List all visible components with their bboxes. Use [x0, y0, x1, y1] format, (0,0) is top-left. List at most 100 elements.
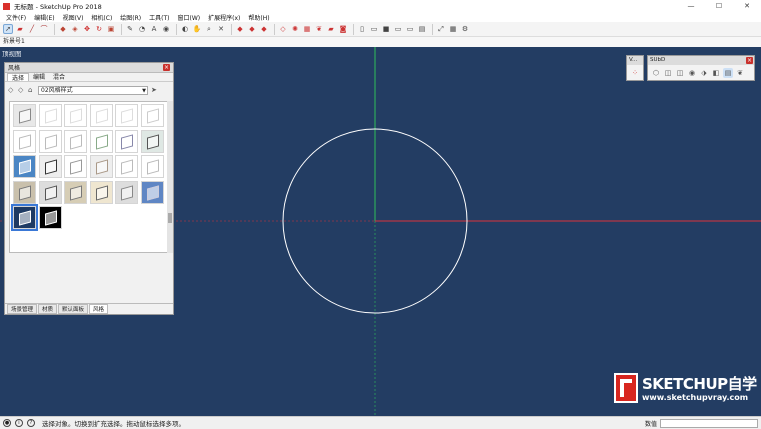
push-pull-tool-icon[interactable]: ◆	[58, 24, 68, 34]
menu-edit[interactable]: 编辑(E)	[30, 13, 58, 22]
menu-window[interactable]: 窗口(W)	[174, 13, 205, 22]
arc-tool-icon[interactable]: ⌒	[39, 24, 49, 34]
offset-tool-icon[interactable]: ◈	[70, 24, 80, 34]
style-thumbnail[interactable]	[140, 104, 164, 127]
geolocation-icon[interactable]: ●	[3, 419, 11, 427]
line-tool-icon[interactable]: ╱	[27, 24, 37, 34]
style-thumbnail[interactable]	[89, 180, 113, 204]
subd-cube-icon[interactable]: ⬡	[651, 68, 661, 78]
style-thumbnail[interactable]	[38, 104, 62, 127]
subd-insert-icon[interactable]: ⬗	[699, 68, 709, 78]
close-icon[interactable]: ×	[746, 57, 753, 64]
style-thumbnail[interactable]	[38, 129, 62, 153]
subd-select-icon[interactable]: ◧	[711, 68, 721, 78]
paint-icon[interactable]: ❦	[314, 24, 324, 34]
style-thumbnail[interactable]	[140, 180, 164, 204]
stop-icon[interactable]: ■	[381, 24, 391, 34]
pan-tool-icon[interactable]: ✋	[192, 24, 202, 34]
menu-camera[interactable]: 相机(C)	[87, 13, 116, 22]
scrollbar-handle[interactable]	[168, 213, 172, 223]
close-button[interactable]: ✕	[733, 0, 761, 12]
style-thumbnail[interactable]	[140, 155, 164, 178]
share-model-icon[interactable]: ◆	[247, 24, 257, 34]
home-icon[interactable]: ⌂	[28, 86, 35, 94]
menu-help[interactable]: 帮助(H)	[244, 13, 273, 22]
style-thumbnail[interactable]	[64, 155, 87, 178]
tab-styles[interactable]: 风格	[89, 304, 109, 314]
scale-tool-icon[interactable]: ▣	[106, 24, 116, 34]
style-thumbnail[interactable]	[13, 180, 36, 204]
select-tool-icon[interactable]: ➚	[3, 24, 13, 34]
subd-crease-icon[interactable]: ◫	[663, 68, 673, 78]
style-thumbnail[interactable]	[13, 155, 36, 178]
open-file-icon[interactable]: ▭	[369, 24, 379, 34]
menu-file[interactable]: 文件(F)	[2, 13, 30, 22]
new-file-icon[interactable]: ▯	[357, 24, 367, 34]
eraser-tool-icon[interactable]: ▰	[15, 24, 25, 34]
rotate-tool-icon[interactable]: ↻	[94, 24, 104, 34]
help-icon[interactable]: ?	[27, 419, 35, 427]
minimize-button[interactable]: —	[677, 0, 705, 12]
subd-mode-icon[interactable]: ▤	[723, 68, 733, 78]
warehouse-icon[interactable]: ◆	[235, 24, 245, 34]
style-thumbnail[interactable]	[38, 155, 62, 178]
settings-icon[interactable]: ⚙	[460, 24, 470, 34]
vray-points-icon[interactable]: ⁘	[630, 68, 640, 78]
menu-view[interactable]: 视图(V)	[59, 13, 88, 22]
bucket-icon[interactable]: ▰	[326, 24, 336, 34]
menu-tools[interactable]: 工具(T)	[145, 13, 173, 22]
back-icon[interactable]: ◇	[8, 86, 15, 94]
extension-warehouse-icon[interactable]: ◆	[259, 24, 269, 34]
close-icon[interactable]: ×	[163, 64, 170, 71]
style-thumbnail[interactable]	[89, 129, 113, 153]
tab-scenes[interactable]: 场景管理	[7, 304, 38, 314]
paint-bucket-icon[interactable]: ◉	[161, 24, 171, 34]
style-thumbnail[interactable]	[115, 155, 138, 178]
list-icon[interactable]: ▤	[417, 24, 427, 34]
subd-loop-icon[interactable]: ◫	[675, 68, 685, 78]
subd-settings-icon[interactable]: ❦	[735, 68, 745, 78]
text-tool-icon[interactable]: A	[149, 24, 159, 34]
style-thumbnail[interactable]	[13, 129, 36, 153]
layout-icon[interactable]: ◇	[278, 24, 288, 34]
zoom-tool-icon[interactable]: ⌕	[204, 24, 214, 34]
tab-default-tray[interactable]: 默认面板	[58, 304, 89, 314]
maximize-button[interactable]: ☐	[705, 0, 733, 12]
tape-measure-icon[interactable]: ✎	[125, 24, 135, 34]
style-thumbnail[interactable]	[115, 104, 138, 127]
tab-select[interactable]: 选择	[7, 73, 30, 82]
style-thumbnail[interactable]	[64, 129, 87, 153]
forward-icon[interactable]: ◇	[18, 86, 25, 94]
subd-smooth-icon[interactable]: ◉	[687, 68, 697, 78]
sun-icon[interactable]: ✺	[290, 24, 300, 34]
style-thumbnail[interactable]	[38, 206, 62, 229]
style-thumbnail[interactable]	[140, 129, 164, 153]
grid-icon[interactable]: ▦	[302, 24, 312, 34]
calculator-icon[interactable]: ▦	[448, 24, 458, 34]
style-thumbnail[interactable]	[64, 180, 87, 204]
style-collection-select[interactable]: 02风格样式 ▼	[38, 85, 148, 95]
style-grid-scrollbar[interactable]	[167, 101, 173, 253]
zoom-extents-icon[interactable]: ✕	[216, 24, 226, 34]
orbit-tool-icon[interactable]: ◐	[180, 24, 190, 34]
details-icon[interactable]: ➤	[151, 86, 158, 94]
scene-tab[interactable]: 拆景号1	[3, 38, 25, 45]
tab-edit[interactable]: 编辑	[29, 73, 49, 81]
credits-icon[interactable]: i	[15, 419, 23, 427]
component-icon[interactable]: ▭	[393, 24, 403, 34]
measurements-input[interactable]	[660, 418, 758, 428]
move-tool-icon[interactable]: ✥	[82, 24, 92, 34]
tab-materials[interactable]: 材质	[38, 304, 58, 314]
menu-draw[interactable]: 绘图(R)	[116, 13, 145, 22]
protractor-icon[interactable]: ◔	[137, 24, 147, 34]
folder-icon[interactable]: ▭	[405, 24, 415, 34]
resize-icon[interactable]: ⤢	[436, 24, 446, 34]
style-thumbnail[interactable]	[89, 155, 113, 178]
style-thumbnail[interactable]	[115, 129, 138, 153]
menu-extensions[interactable]: 扩展程序(x)	[204, 13, 244, 22]
style-thumbnail[interactable]	[115, 180, 138, 204]
style-thumbnail[interactable]	[11, 204, 38, 231]
style-thumbnail[interactable]	[38, 180, 62, 204]
tab-mix[interactable]: 混合	[49, 73, 69, 81]
style-thumbnail[interactable]	[13, 104, 36, 127]
